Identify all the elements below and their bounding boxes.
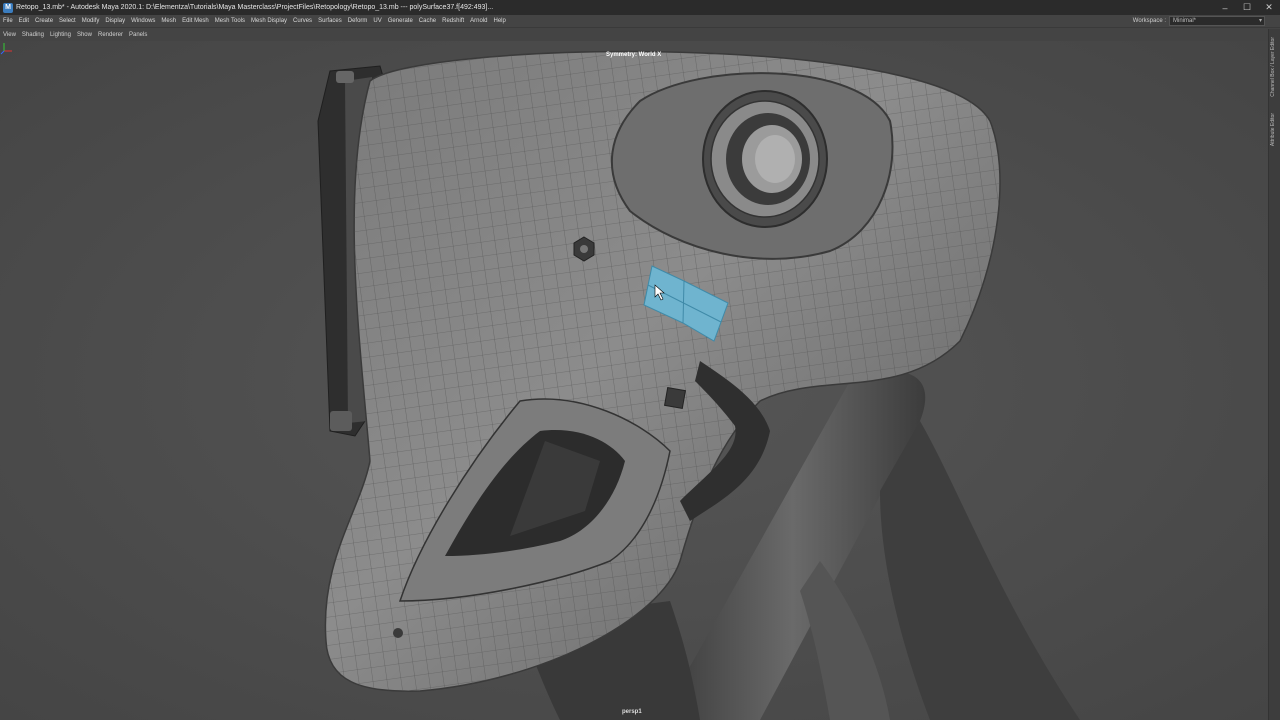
menu-select[interactable]: Select — [56, 18, 79, 24]
menu-edit[interactable]: Edit — [16, 18, 32, 24]
workspace-label: Workspace : — [1132, 18, 1166, 24]
menu-uv[interactable]: UV — [370, 18, 384, 24]
workspace-selector: Workspace : Minimal* ▾ — [1133, 16, 1265, 26]
menu-surfaces[interactable]: Surfaces — [315, 18, 345, 24]
panel-menu-show[interactable]: Show — [74, 32, 95, 38]
menu-cache[interactable]: Cache — [416, 18, 439, 24]
minimize-button[interactable]: – — [1214, 0, 1236, 15]
chevron-down-icon: ▾ — [1258, 18, 1262, 24]
menu-mesh-display[interactable]: Mesh Display — [248, 18, 290, 24]
menu-arnold[interactable]: Arnold — [467, 18, 490, 24]
workspace-dropdown[interactable]: Minimal* ▾ — [1169, 16, 1265, 26]
panel-menu-bar: View Shading Lighting Show Renderer Pane… — [0, 29, 1268, 41]
menu-deform[interactable]: Deform — [345, 18, 371, 24]
menu-create[interactable]: Create — [32, 18, 56, 24]
workspace-value: Minimal* — [1173, 18, 1197, 24]
menu-file[interactable]: File — [0, 18, 16, 24]
menu-modify[interactable]: Modify — [79, 18, 103, 24]
axis-gizmo-icon — [0, 43, 12, 55]
main-menu-bar: File Edit Create Select Modify Display W… — [0, 15, 1280, 28]
panel-menu-renderer[interactable]: Renderer — [95, 32, 126, 38]
menu-generate[interactable]: Generate — [385, 18, 416, 24]
menu-redshift[interactable]: Redshift — [439, 18, 467, 24]
menu-curves[interactable]: Curves — [290, 18, 315, 24]
maya-icon: M — [3, 2, 13, 13]
3d-viewport[interactable]: Symmetry: World X persp1 — [0, 41, 1268, 720]
symmetry-label: Symmetry: World X — [606, 52, 662, 58]
menu-mesh-tools[interactable]: Mesh Tools — [212, 18, 248, 24]
panel-menu-view[interactable]: View — [0, 32, 19, 38]
menu-windows[interactable]: Windows — [128, 18, 158, 24]
close-button[interactable]: ✕ — [1258, 0, 1280, 15]
menu-display[interactable]: Display — [102, 18, 128, 24]
title-bar: M Retopo_13.mb* - Autodesk Maya 2020.1: … — [0, 0, 1280, 15]
panel-menu-shading[interactable]: Shading — [19, 32, 47, 38]
side-panel-tabs: Channel Box / Layer Editor Attribute Edi… — [1268, 29, 1280, 720]
window-controls: – ☐ ✕ — [1214, 0, 1280, 15]
window-title: Retopo_13.mb* - Autodesk Maya 2020.1: D:… — [16, 4, 494, 11]
camera-label: persp1 — [622, 709, 642, 715]
maximize-button[interactable]: ☐ — [1236, 0, 1258, 15]
tab-attribute-editor[interactable]: Attribute Editor — [1270, 113, 1276, 146]
menu-help[interactable]: Help — [491, 18, 509, 24]
mesh-render — [0, 41, 1268, 720]
menu-edit-mesh[interactable]: Edit Mesh — [179, 18, 212, 24]
menu-mesh[interactable]: Mesh — [158, 18, 179, 24]
panel-menu-lighting[interactable]: Lighting — [47, 32, 74, 38]
panel-menu-panels[interactable]: Panels — [126, 32, 150, 38]
tab-channel-box[interactable]: Channel Box / Layer Editor — [1270, 37, 1276, 97]
